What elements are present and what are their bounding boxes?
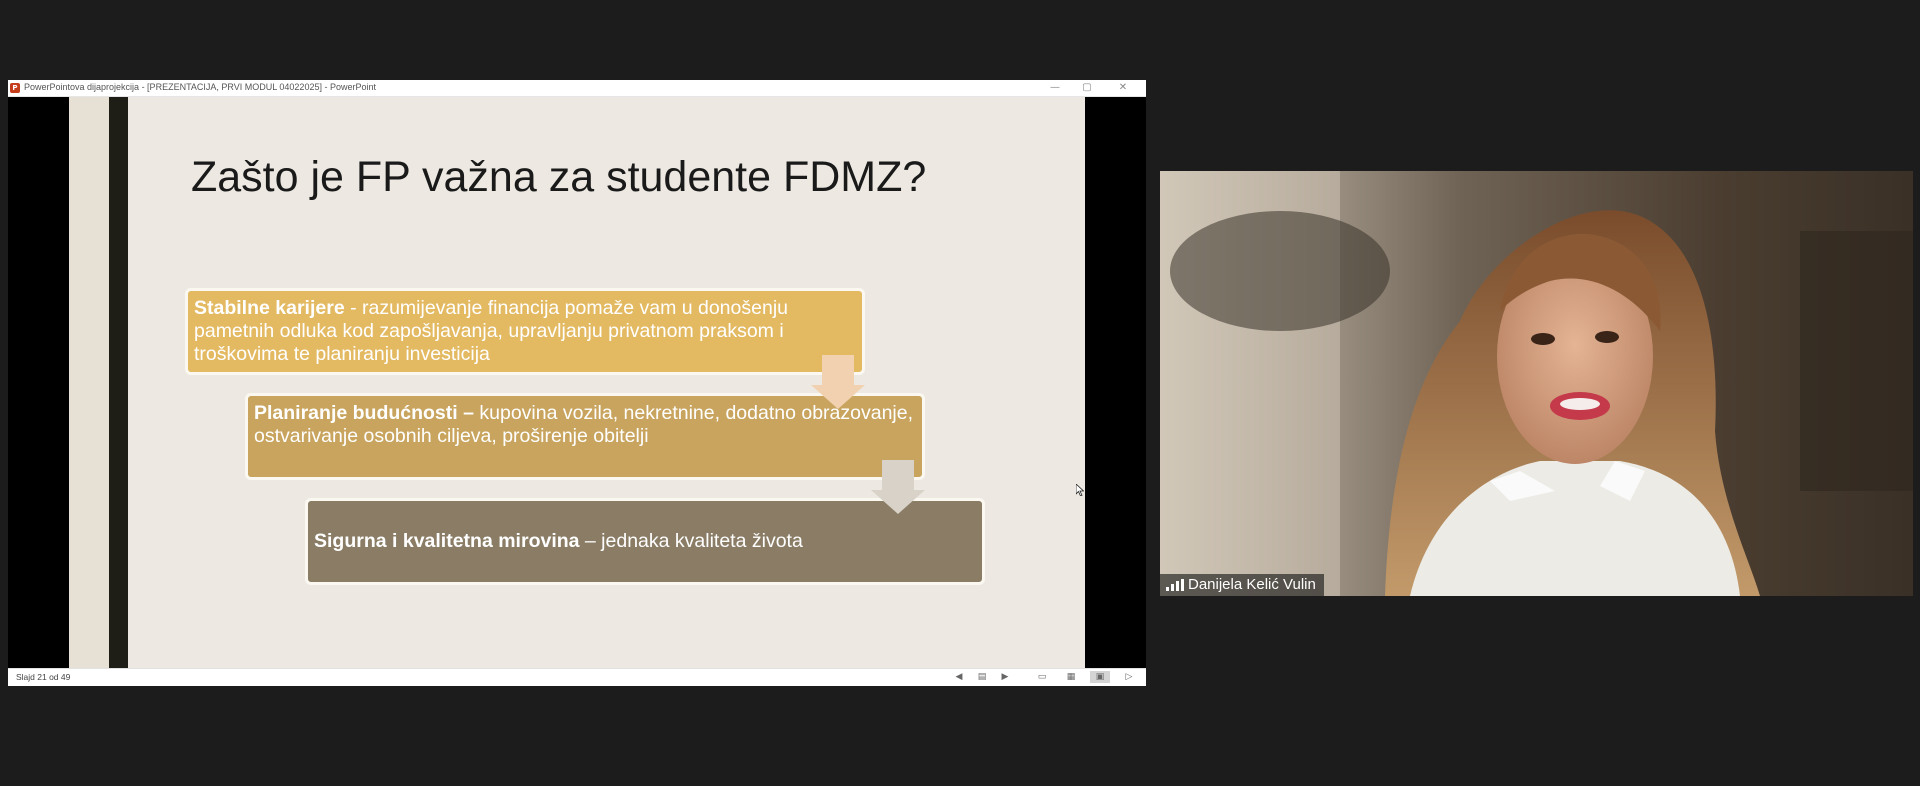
slide-counter: Slajd 21 od 49	[16, 672, 71, 682]
participant-name: Danijela Kelić Vulin	[1188, 576, 1316, 593]
slide-title: Zašto je FP važna za studente FDMZ?	[191, 153, 927, 201]
mouse-cursor-icon	[1076, 484, 1084, 496]
participant-video-tile[interactable]: Danijela Kelić Vulin	[1160, 171, 1913, 596]
window-title: PowerPointova dijaprojekcija - [PREZENTA…	[24, 82, 376, 92]
box-heading: Planiranje budućnosti –	[254, 402, 474, 424]
reading-view-icon[interactable]: ▣	[1090, 671, 1110, 683]
participant-video	[1160, 171, 1913, 596]
slide-area[interactable]: Zašto je FP važna za studente FDMZ? Stab…	[8, 97, 1146, 669]
slide-decor-stripe	[69, 97, 109, 669]
content-box-career: Stabilne karijere - razumijevanje financ…	[185, 288, 865, 375]
arrow-down-icon	[871, 460, 925, 518]
participant-name-tag: Danijela Kelić Vulin	[1160, 574, 1324, 596]
box-text: – jednaka kvaliteta života	[579, 530, 803, 552]
slide-decor-bar	[109, 97, 128, 669]
slide[interactable]: Zašto je FP važna za studente FDMZ? Stab…	[69, 97, 1085, 669]
box-heading: Sigurna i kvalitetna mirovina	[314, 530, 580, 552]
slideshow-icon[interactable]: ▷	[1123, 671, 1135, 683]
arrow-down-icon	[811, 355, 865, 413]
title-bar: P PowerPointova dijaprojekcija - [PREZEN…	[8, 80, 1146, 97]
box-heading: Stabilne karijere	[194, 297, 345, 319]
close-button[interactable]: ✕	[1108, 80, 1138, 96]
powerpoint-icon: P	[10, 83, 20, 93]
slide-sorter-icon[interactable]: ▦	[1065, 671, 1077, 683]
restore-button[interactable]: ▢	[1072, 80, 1102, 96]
powerpoint-window: P PowerPointova dijaprojekcija - [PREZEN…	[8, 80, 1146, 686]
minimize-button[interactable]: —	[1040, 80, 1070, 96]
next-slide-icon[interactable]: ▶	[999, 671, 1011, 683]
previous-slide-icon[interactable]: ◀	[953, 671, 965, 683]
slide-menu-icon[interactable]: ▤	[976, 671, 988, 683]
signal-strength-icon	[1166, 579, 1184, 591]
normal-view-icon[interactable]: ▭	[1036, 671, 1048, 683]
status-bar: Slajd 21 od 49 ◀ ▤ ▶ ▭ ▦ ▣ ▷	[8, 668, 1146, 686]
